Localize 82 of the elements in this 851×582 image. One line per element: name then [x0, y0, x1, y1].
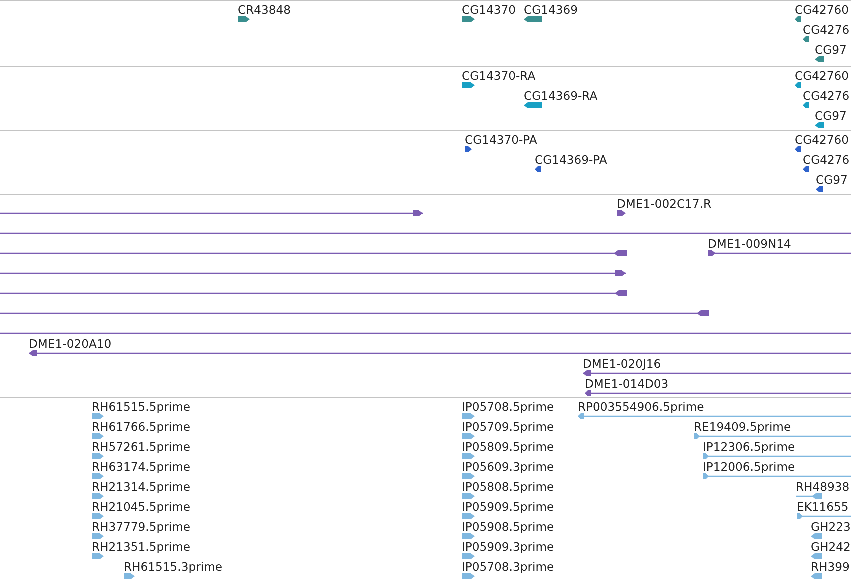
feature-label: RP003554906.5prime: [578, 400, 704, 414]
feature-line[interactable]: [578, 413, 851, 420]
feature-label: IP05808.5prime: [462, 480, 554, 494]
feature-label: DME1-020A10: [29, 337, 112, 351]
feature-label: CG4276: [803, 89, 850, 103]
feature-arrow[interactable]: [795, 82, 801, 89]
feature-label: RH399: [811, 560, 850, 574]
feature-label: IP05708.3prime: [462, 560, 554, 574]
feature-arrow[interactable]: [465, 146, 472, 153]
feature-arrow[interactable]: [815, 56, 824, 63]
feature-arrow[interactable]: [524, 102, 542, 109]
feature-label: RH63174.5prime: [92, 460, 190, 474]
feature-label: CG42760: [795, 133, 849, 147]
feature-arrow[interactable]: [462, 82, 475, 89]
feature-line[interactable]: [796, 493, 822, 500]
feature-label: IP05709.5prime: [462, 420, 554, 434]
feature-label: IP05708.5prime: [462, 400, 554, 414]
feature-label: RH48938: [796, 480, 850, 494]
feature-arrow[interactable]: [795, 146, 801, 153]
feature-label: RE19409.5prime: [694, 420, 792, 434]
feature-line[interactable]: [0, 290, 627, 297]
feature-label: CG97: [815, 109, 847, 123]
feature-label: IP05909.5prime: [462, 500, 554, 514]
feature-label: CG42760: [795, 3, 849, 17]
feature-label: IP05809.5prime: [462, 440, 554, 454]
feature-arrow[interactable]: [803, 36, 809, 43]
feature-label: RH21314.5prime: [92, 480, 190, 494]
feature-label: RH21351.5prime: [92, 540, 190, 554]
feature-label: CG14369: [524, 3, 578, 17]
feature-label: CG97: [815, 43, 847, 57]
feature-label: CG97: [816, 173, 848, 187]
feature-line[interactable]: [585, 390, 851, 397]
feature-arrow[interactable]: [524, 16, 542, 23]
feature-label: RH61515.5prime: [92, 400, 190, 414]
feature-line[interactable]: [708, 250, 851, 257]
feature-arrow[interactable]: [462, 16, 475, 23]
feature-label: CR43848: [238, 3, 292, 17]
feature-line[interactable]: [0, 330, 851, 337]
feature-label: DME1-002C17.R: [617, 197, 712, 211]
feature-line[interactable]: [0, 310, 709, 317]
feature-label: CG14370-PA: [465, 133, 538, 147]
feature-line[interactable]: [0, 270, 626, 277]
feature-label: CG4276: [803, 153, 850, 167]
feature-label: DME1-020J16: [583, 357, 662, 371]
feature-label: IP05908.5prime: [462, 520, 554, 534]
feature-label: GH223: [811, 520, 851, 534]
feature-arrow[interactable]: [816, 186, 823, 193]
feature-label: CG42760: [795, 69, 849, 83]
feature-label: DME1-009N14: [708, 237, 792, 251]
feature-label: RH61515.3prime: [124, 560, 222, 574]
feature-line[interactable]: [703, 453, 851, 460]
feature-line[interactable]: [694, 433, 851, 440]
feature-line[interactable]: [0, 210, 423, 217]
feature-line[interactable]: [0, 230, 851, 237]
feature-arrow[interactable]: [617, 210, 626, 217]
feature-label: RH61766.5prime: [92, 420, 190, 434]
feature-label: IP12306.5prime: [703, 440, 796, 454]
feature-line[interactable]: [797, 513, 851, 520]
feature-label: IP05909.3prime: [462, 540, 554, 554]
feature-label: RH57261.5prime: [92, 440, 190, 454]
feature-arrow[interactable]: [803, 166, 809, 173]
feature-arrow[interactable]: [238, 16, 250, 23]
feature-label: EK11655: [797, 500, 849, 514]
feature-arrow[interactable]: [803, 102, 809, 109]
feature-label: RH37779.5prime: [92, 520, 190, 534]
feature-label: IP05609.3prime: [462, 460, 554, 474]
feature-label: CG14369-RA: [524, 89, 598, 103]
feature-label: IP12006.5prime: [703, 460, 796, 474]
feature-line[interactable]: [0, 250, 627, 257]
feature-line[interactable]: [583, 370, 851, 377]
feature-arrow[interactable]: [535, 166, 541, 173]
feature-line[interactable]: [29, 350, 851, 357]
feature-label: DME1-014D03: [585, 377, 669, 391]
feature-label: CG14370: [462, 3, 516, 17]
feature-label: RH21045.5prime: [92, 500, 190, 514]
feature-line[interactable]: [703, 473, 851, 480]
feature-label: CG14370-RA: [462, 69, 536, 83]
feature-label: GH242: [811, 540, 851, 554]
feature-label: CG14369-PA: [535, 153, 608, 167]
feature-arrow[interactable]: [795, 16, 801, 23]
feature-arrow[interactable]: [815, 122, 824, 129]
feature-label: CG4276: [803, 23, 850, 37]
